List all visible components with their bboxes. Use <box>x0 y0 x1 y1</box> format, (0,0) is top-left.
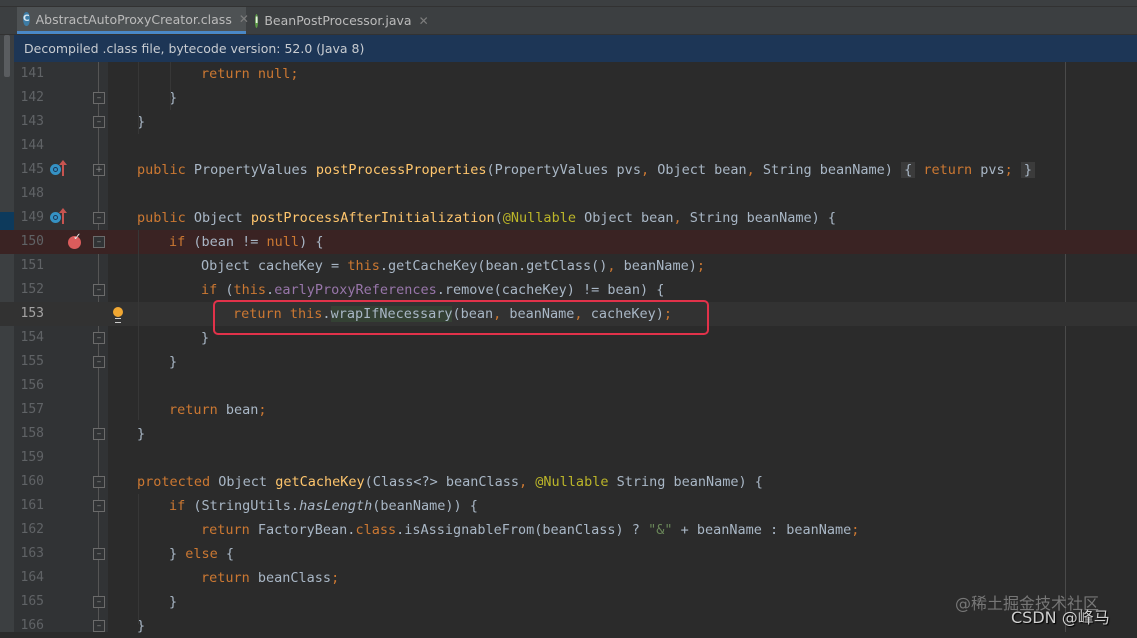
line-number[interactable]: 165 <box>18 590 44 614</box>
tab-abstract-auto-proxy-creator[interactable]: C AbstractAutoProxyCreator.class ✕ <box>17 7 249 34</box>
watermark-csdn: CSDN @峰马 <box>1011 608 1110 627</box>
fold-collapse-icon[interactable]: – <box>93 332 105 344</box>
close-icon[interactable]: ✕ <box>419 14 429 28</box>
line-number[interactable]: 155 <box>18 350 44 374</box>
line-number[interactable]: 163 <box>18 542 44 566</box>
line-number[interactable]: 166 <box>18 614 44 638</box>
code-text: public PropertyValues postProcessPropert… <box>137 158 1036 182</box>
line-number[interactable]: 154 <box>18 326 44 350</box>
highlight-annotation-box <box>213 300 709 335</box>
code-text: return bean; <box>169 402 267 418</box>
code-line[interactable]: 158 –} <box>0 422 1137 446</box>
code-text: } <box>169 594 178 610</box>
fold-expand-icon[interactable]: + <box>93 164 105 176</box>
implements-override-icon[interactable] <box>50 160 68 176</box>
code-line[interactable]: 157 return bean; <box>0 398 1137 422</box>
code-line[interactable]: 144 <box>0 134 1137 158</box>
code-line[interactable]: 152 – if (this.earlyProxyReferences.remove… <box>0 278 1137 302</box>
indent-guide <box>138 494 139 624</box>
indent-guide <box>138 230 139 420</box>
code-text: Object cacheKey = this.getCacheKey(bean.… <box>201 258 705 274</box>
fold-collapse-icon[interactable]: – <box>93 428 105 440</box>
fold-collapse-icon[interactable]: – <box>93 596 105 608</box>
code-text: if (StringUtils.hasLength(beanName)) { <box>169 498 478 514</box>
implements-override-icon[interactable] <box>50 208 68 224</box>
decompiled-banner: Decompiled .class file, bytecode version… <box>14 35 1137 62</box>
code-text: return beanClass; <box>201 570 340 586</box>
code-line[interactable]: 148 <box>0 182 1137 206</box>
indent-guide <box>138 62 139 134</box>
tab-bean-post-processor[interactable]: I BeanPostProcessor.java ✕ <box>249 7 429 34</box>
breakpoint-icon[interactable]: ✓ <box>68 232 81 249</box>
code-line[interactable]: 160 – protected Object getCacheKey(Class<?… <box>0 470 1137 494</box>
fold-collapse-icon[interactable]: – <box>93 548 105 560</box>
fold-collapse-icon[interactable]: – <box>93 236 105 248</box>
line-number[interactable]: 162 <box>18 518 44 542</box>
code-text: return null; <box>201 66 299 82</box>
line-number[interactable]: 145 <box>18 158 44 182</box>
code-line[interactable]: 156 <box>0 374 1137 398</box>
line-number[interactable]: 148 <box>18 182 44 206</box>
code-line[interactable]: 166–} <box>0 614 1137 638</box>
code-line[interactable]: 143–} <box>0 110 1137 134</box>
line-number[interactable]: 152 <box>18 278 44 302</box>
code-text: } <box>137 426 146 442</box>
line-number[interactable]: 164 <box>18 566 44 590</box>
indent-guide <box>170 62 171 110</box>
close-icon[interactable]: ✕ <box>239 12 249 26</box>
fold-collapse-icon[interactable]: – <box>93 356 105 368</box>
fold-collapse-icon[interactable]: – <box>93 500 105 512</box>
line-number[interactable]: 158 <box>18 422 44 446</box>
intention-bulb-icon[interactable] <box>113 307 123 323</box>
fold-collapse-icon[interactable]: – <box>93 212 105 224</box>
line-number[interactable]: 142 <box>18 86 44 110</box>
class-icon: C <box>23 12 30 26</box>
line-number[interactable]: 151 <box>18 254 44 278</box>
line-number[interactable]: 153 <box>18 302 44 326</box>
code-line[interactable]: 164 return beanClass; <box>0 566 1137 590</box>
code-line[interactable]: 161 – if (StringUtils.hasLength(beanName))… <box>0 494 1137 518</box>
fold-collapse-icon[interactable]: – <box>93 92 105 104</box>
line-number[interactable]: 144 <box>18 134 44 158</box>
code-line[interactable]: 159 <box>0 446 1137 470</box>
code-text: return FactoryBean.class.isAssignableFro… <box>201 522 860 538</box>
line-number[interactable]: 149 <box>18 206 44 230</box>
top-toolbar-strip <box>0 0 1137 7</box>
fold-collapse-icon[interactable]: – <box>93 476 105 488</box>
fold-collapse-icon[interactable]: – <box>93 116 105 128</box>
interface-icon: I <box>255 13 259 28</box>
line-number[interactable]: 161 <box>18 494 44 518</box>
code-line[interactable]: 155 –} <box>0 350 1137 374</box>
code-text: if (bean != null) { <box>169 234 324 250</box>
code-line[interactable]: 149 – public Object postProcessAfterInitia… <box>0 206 1137 230</box>
tab-label: BeanPostProcessor.java <box>264 13 412 28</box>
code-line[interactable]: 151 Object cacheKey = this.getCacheKey(be… <box>0 254 1137 278</box>
code-line[interactable]: 145 + public PropertyValues postProcessPro… <box>0 158 1137 182</box>
code-text: } <box>169 354 178 370</box>
fold-collapse-icon[interactable]: – <box>93 620 105 632</box>
line-number[interactable]: 143 <box>18 110 44 134</box>
code-line[interactable]: 163 – } else { <box>0 542 1137 566</box>
line-number[interactable]: 141 <box>18 62 44 86</box>
fold-collapse-icon[interactable]: – <box>93 284 105 296</box>
code-text: } else { <box>169 546 235 562</box>
code-line[interactable]: 162 return FactoryBean.class.isAssignable… <box>0 518 1137 542</box>
line-number[interactable]: 157 <box>18 398 44 422</box>
tab-label: AbstractAutoProxyCreator.class <box>35 11 232 27</box>
editor-tab-bar: C AbstractAutoProxyCreator.class ✕ I Bea… <box>0 7 1137 35</box>
code-text: protected Object getCacheKey(Class<?> be… <box>137 474 763 490</box>
line-number[interactable]: 160 <box>18 470 44 494</box>
line-number[interactable]: 156 <box>18 374 44 398</box>
code-text: public Object postProcessAfterInitializa… <box>137 210 837 226</box>
code-line[interactable]: 150 – ✓ if (bean != null) { <box>0 230 1137 254</box>
line-number[interactable]: 150 <box>18 230 44 254</box>
line-number[interactable]: 159 <box>18 446 44 470</box>
code-text: if (this.earlyProxyReferences.remove(cac… <box>201 282 665 298</box>
code-text: } <box>201 330 210 346</box>
